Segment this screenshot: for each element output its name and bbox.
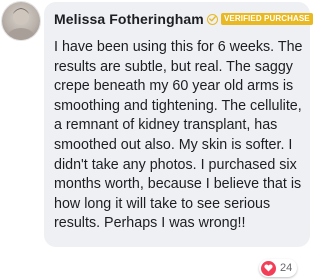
reaction-summary[interactable]: 24 <box>259 259 298 277</box>
comment-text: I have been using this for 6 weeks. The … <box>54 39 303 232</box>
heart-icon <box>261 260 276 276</box>
author-name[interactable]: Melissa Fotheringham <box>54 11 204 27</box>
reaction-count: 24 <box>280 262 293 274</box>
check-circle-icon <box>207 13 218 25</box>
comment-bubble: Melissa Fotheringham VERIFIED PURCHASE I… <box>44 2 313 247</box>
verified-purchase-badge: VERIFIED PURCHASE <box>207 11 313 27</box>
verified-purchase-label: VERIFIED PURCHASE <box>221 13 313 25</box>
profile-photo <box>7 8 35 40</box>
avatar[interactable] <box>2 2 40 40</box>
